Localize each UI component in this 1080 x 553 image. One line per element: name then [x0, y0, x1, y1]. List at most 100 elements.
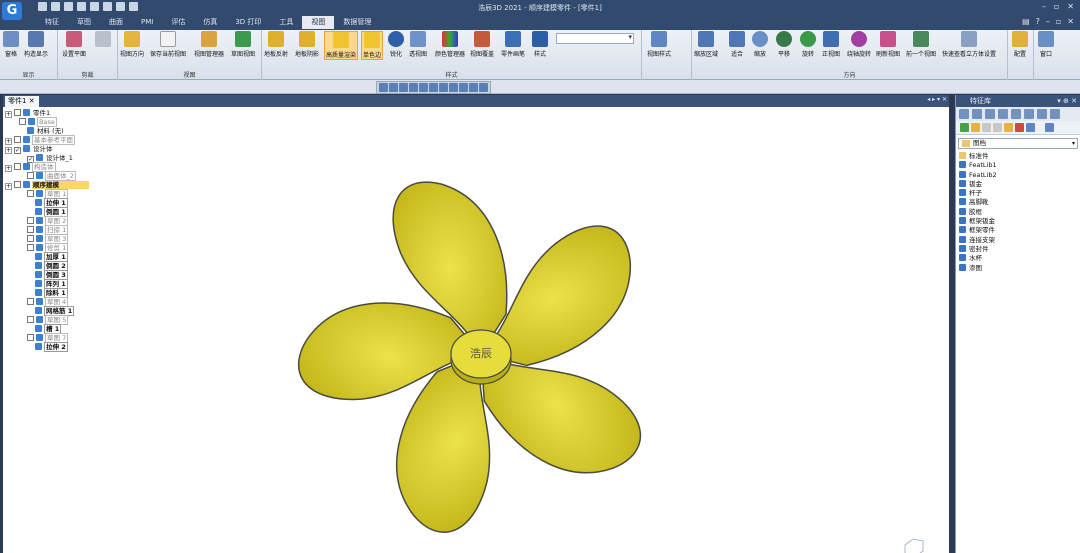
- library-item[interactable]: 钣金: [959, 179, 1080, 189]
- view-style-button[interactable]: 视图样式: [647, 31, 671, 58]
- select-point-icon[interactable]: [459, 83, 468, 92]
- library-item[interactable]: 渗图: [959, 263, 1080, 273]
- select-body-icon[interactable]: [419, 83, 428, 92]
- window-button[interactable]: 窗口: [1038, 31, 1054, 58]
- visibility-checkbox[interactable]: ✓: [14, 147, 21, 154]
- tab-simulate[interactable]: 仿真: [194, 16, 226, 29]
- zoom-area-button[interactable]: 缩放区域: [694, 31, 718, 58]
- visibility-checkbox[interactable]: [27, 235, 34, 242]
- tab-evaluate[interactable]: 评估: [162, 16, 194, 29]
- view-manager-button[interactable]: 视图管理器: [194, 31, 224, 58]
- save-view-button[interactable]: 保存当前视图: [150, 31, 186, 58]
- previous-view-button[interactable]: 前一个视图: [906, 31, 936, 58]
- visibility-checkbox[interactable]: [27, 316, 34, 323]
- paste-icon[interactable]: [1004, 123, 1013, 132]
- tab-sketch[interactable]: 草图: [68, 16, 100, 29]
- clip-plane-button[interactable]: 设置平面: [62, 31, 86, 58]
- tree-row[interactable]: Base: [19, 117, 57, 127]
- search-icon[interactable]: [1045, 123, 1054, 132]
- folder-up-icon[interactable]: [971, 123, 980, 132]
- library-item[interactable]: FeatLib2: [959, 170, 1080, 180]
- select-edge-icon[interactable]: [399, 83, 408, 92]
- shaded-edges-button[interactable]: 单色边: [361, 31, 384, 60]
- color-manager-button[interactable]: 颜色管理器: [435, 31, 465, 58]
- help-question-icon[interactable]: ?: [1036, 17, 1040, 26]
- 3d-viewport[interactable]: 浩辰: [133, 109, 949, 553]
- rotate-button[interactable]: 旋转: [800, 31, 816, 58]
- views-icon[interactable]: [1026, 123, 1035, 132]
- visibility-checkbox[interactable]: [27, 172, 34, 179]
- floor-reflection-button[interactable]: 地板反射: [264, 31, 288, 58]
- perspective-button[interactable]: 透视图: [409, 31, 427, 58]
- add-icon[interactable]: [960, 123, 969, 132]
- select-all-icon[interactable]: [479, 83, 488, 92]
- lib-tab-7-icon[interactable]: [1037, 109, 1047, 119]
- layout-button[interactable]: 配置: [1012, 31, 1028, 58]
- library-item[interactable]: FeatLib1: [959, 161, 1080, 170]
- library-item[interactable]: 连接支架: [959, 235, 1080, 245]
- library-item[interactable]: 标准件: [959, 152, 1080, 161]
- sketch-view-button[interactable]: 草图视图: [231, 31, 255, 58]
- tab-tools[interactable]: 工具: [270, 16, 302, 29]
- lib-tab-3-icon[interactable]: [985, 109, 995, 119]
- select-face-icon[interactable]: [389, 83, 398, 92]
- expand-toggle-icon[interactable]: +: [5, 147, 12, 154]
- style-dropdown[interactable]: [556, 33, 634, 44]
- tab-view[interactable]: 视图: [302, 16, 335, 29]
- construction-display-button[interactable]: 构造显示: [24, 31, 48, 58]
- library-item[interactable]: 胶框: [959, 207, 1080, 217]
- visibility-checkbox[interactable]: [14, 109, 21, 116]
- doc-close-icon[interactable]: ✕: [1067, 17, 1074, 26]
- tab-3d-print[interactable]: 3D 打印: [226, 16, 270, 29]
- visibility-checkbox[interactable]: [27, 190, 34, 197]
- pan-button[interactable]: 平移: [776, 31, 792, 58]
- zoom-button[interactable]: 缩放: [752, 31, 768, 58]
- copy-icon[interactable]: [993, 123, 1002, 132]
- tree-row[interactable]: 曲面体_2: [27, 171, 76, 181]
- style-button[interactable]: 样式: [532, 31, 548, 58]
- lib-tab-6-icon[interactable]: [1024, 109, 1034, 119]
- visibility-checkbox[interactable]: [27, 298, 34, 305]
- visibility-checkbox[interactable]: [14, 181, 21, 188]
- tab-data-management[interactable]: 数据管理: [334, 16, 380, 29]
- visibility-checkbox[interactable]: [27, 226, 34, 233]
- doc-restore-icon[interactable]: ▫: [1056, 17, 1061, 26]
- normal-view-button[interactable]: 正视图: [822, 31, 840, 58]
- doc-minimize-icon[interactable]: –: [1046, 17, 1050, 26]
- refresh-view-button[interactable]: 刷新视图: [876, 31, 900, 58]
- lib-tab-4-icon[interactable]: [998, 109, 1008, 119]
- select-sketch-icon[interactable]: [439, 83, 448, 92]
- expand-toggle-icon[interactable]: +: [5, 183, 12, 190]
- expand-toggle-icon[interactable]: +: [5, 111, 12, 118]
- fit-button[interactable]: 适合: [729, 31, 745, 58]
- visibility-checkbox[interactable]: [14, 136, 21, 143]
- tree-row[interactable]: + 基本参考平面: [5, 135, 75, 145]
- library-item[interactable]: 框架钣金: [959, 217, 1080, 226]
- close-icon[interactable]: ✕: [1067, 2, 1074, 11]
- lib-tab-2-icon[interactable]: [972, 109, 982, 119]
- maximize-icon[interactable]: ▫: [1054, 2, 1059, 11]
- tab-surface[interactable]: 曲面: [100, 16, 132, 29]
- cut-icon[interactable]: [982, 123, 991, 132]
- pane-button[interactable]: 窗格: [3, 31, 19, 58]
- visibility-checkbox[interactable]: [27, 217, 34, 224]
- library-folder-dropdown[interactable]: 图档: [958, 138, 1078, 149]
- visibility-checkbox[interactable]: [27, 244, 34, 251]
- lib-tab-1-icon[interactable]: [959, 109, 969, 119]
- expand-toggle-icon[interactable]: +: [5, 165, 12, 172]
- visibility-checkbox[interactable]: [19, 118, 26, 125]
- clip-toggle-button[interactable]: [95, 31, 111, 49]
- high-quality-render-button[interactable]: 高质量渲染: [324, 31, 359, 60]
- document-tab-close-icon[interactable]: ✕: [29, 97, 35, 105]
- visibility-checkbox[interactable]: [27, 334, 34, 341]
- visibility-checkbox[interactable]: [14, 163, 21, 170]
- minimize-icon[interactable]: –: [1042, 2, 1046, 11]
- tree-row[interactable]: 拉伸 2: [35, 342, 68, 352]
- panel-controls-icon[interactable]: ▾ ⊕ ✕: [1057, 95, 1077, 107]
- document-tab[interactable]: 零件1 ✕: [5, 96, 39, 107]
- lib-tab-8-icon[interactable]: [1050, 109, 1060, 119]
- tab-pmi[interactable]: PMI: [132, 16, 162, 29]
- select-clear-icon[interactable]: [409, 83, 418, 92]
- floor-shadow-button[interactable]: 地板阴影: [295, 31, 319, 58]
- delete-icon[interactable]: [1015, 123, 1024, 132]
